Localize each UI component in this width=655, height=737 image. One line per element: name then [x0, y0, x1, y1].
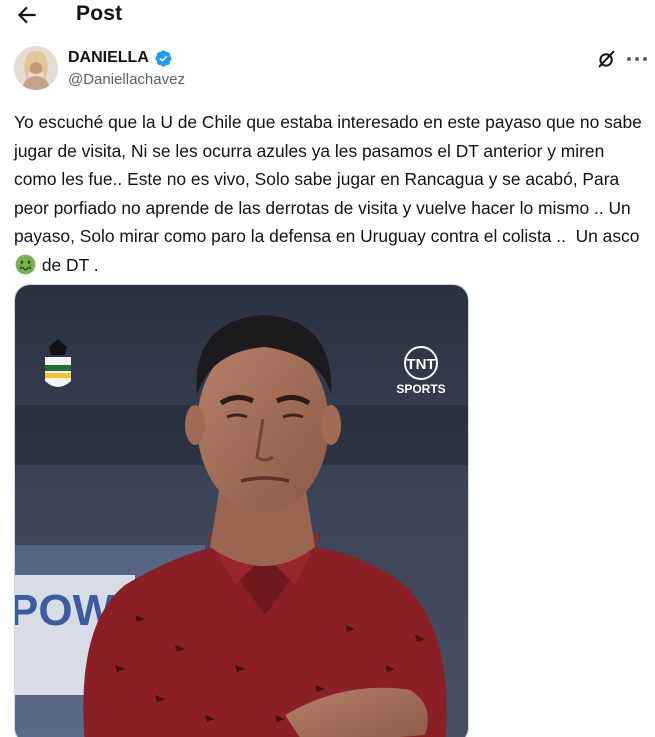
tweet-text: Yo escuché que la U de Chile que estaba …	[14, 108, 644, 280]
display-name[interactable]: DANIELLA	[68, 49, 149, 67]
nauseated-face-icon	[15, 254, 36, 275]
watermark-line1: TNT	[406, 356, 435, 373]
back-arrow-icon[interactable]	[14, 2, 40, 28]
grok-icon[interactable]	[596, 48, 618, 70]
more-options-icon[interactable]	[624, 52, 650, 66]
author-block: DANIELLA @Daniellachavez	[68, 48, 185, 88]
tweet-text-main: Yo escuché que la U de Chile que estaba …	[14, 112, 647, 247]
avatar[interactable]	[14, 46, 58, 90]
page-title: Post	[76, 2, 123, 25]
verified-badge-icon	[155, 49, 172, 67]
watermark-line2: SPORTS	[396, 382, 445, 396]
tweet-image[interactable]: POWER TNT SPORTS	[14, 284, 469, 737]
tweet-text-end: de DT .	[37, 254, 99, 275]
user-handle[interactable]: @Daniellachavez	[68, 71, 185, 88]
top-bar: Post	[0, 0, 655, 32]
